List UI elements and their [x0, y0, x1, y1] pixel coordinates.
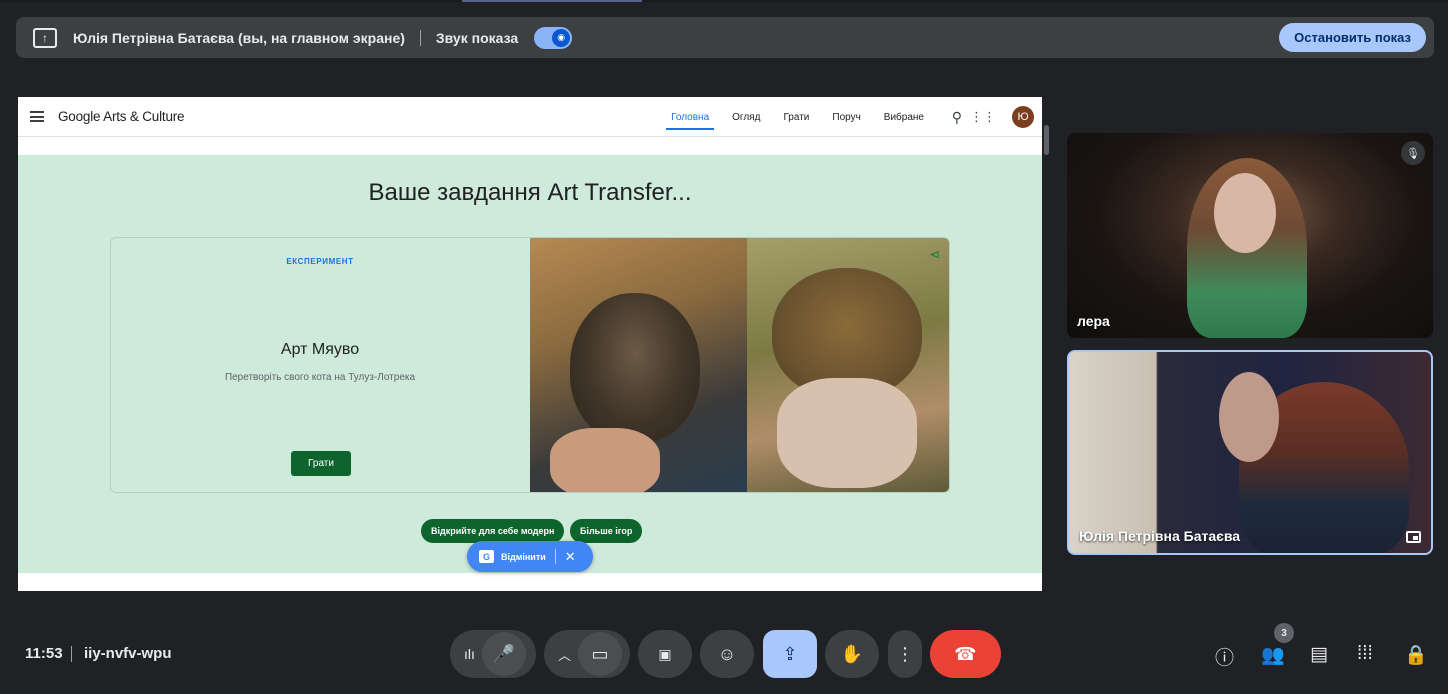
mic-off-icon: 🎙	[1401, 141, 1425, 165]
explore-modern-chip[interactable]: Відкрийте для себе модерн	[421, 519, 565, 543]
speaker-icon: ◉	[552, 28, 571, 47]
host-controls-icon[interactable]: 🔒	[1404, 643, 1428, 667]
card-title: Арт Мяуво	[280, 341, 360, 358]
present-screen-icon: ↑	[33, 27, 57, 48]
translate-icon: G	[479, 550, 494, 563]
participant-name: лера	[1077, 313, 1110, 329]
info-icon[interactable]: ⓘ	[1215, 643, 1234, 670]
call-controls-bar: 11:53 iiy-nvfv-wpu ılı 🎤 ︿ ▭ ▣ ☺ ⇪ ✋ ⋮ ☎…	[0, 608, 1448, 694]
present-button[interactable]: ⇪	[763, 630, 817, 678]
emoji-icon: ☺	[717, 643, 737, 664]
nav-nearby[interactable]: Поруч	[832, 97, 860, 137]
site-logo[interactable]: Google Arts & Culture	[58, 109, 185, 124]
participant-count-badge: 3	[1274, 623, 1294, 643]
participant-face	[1214, 173, 1276, 253]
arts-culture-header: Google Arts & Culture Головна Огляд Грат…	[18, 97, 1042, 137]
more-games-chip[interactable]: Більше ігор	[570, 519, 643, 543]
captions-button[interactable]: ▣	[638, 630, 692, 678]
reactions-button[interactable]: ☺	[700, 630, 754, 678]
site-nav: Головна Огляд Грати Поруч Вибране	[648, 97, 924, 137]
sound-label: Звук показа	[435, 29, 519, 46]
translate-bar: G Відмінити ✕	[467, 541, 593, 572]
nav-play[interactable]: Грати	[783, 97, 809, 137]
close-icon[interactable]: ✕	[565, 549, 576, 565]
play-button[interactable]: Грати	[291, 451, 351, 476]
search-icon[interactable]: ⚲	[952, 109, 962, 126]
more-vert-icon: ⋮	[896, 643, 914, 664]
end-call-icon: ☎	[954, 643, 977, 664]
top-progress-segment	[462, 0, 642, 2]
activities-icon[interactable]: ⁞⁞⁞	[1357, 643, 1373, 665]
meeting-time: 11:53	[25, 645, 63, 662]
nav-explore[interactable]: Огляд	[732, 97, 760, 137]
divider	[419, 29, 421, 46]
kitten-shape	[570, 293, 700, 443]
kitten-photo	[530, 238, 747, 492]
avatar[interactable]: Ю	[1012, 106, 1034, 128]
divider	[71, 646, 72, 662]
more-options-button[interactable]: ⋮	[888, 630, 922, 678]
mic-icon[interactable]: 🎤	[481, 632, 526, 676]
experiment-card: ЕКСПЕРИМЕНТ Арт Мяуво Перетворіть свого …	[110, 237, 950, 493]
captions-icon: ▣	[658, 645, 672, 662]
present-screen-icon: ⇪	[782, 643, 798, 664]
camera-icon[interactable]: ▭	[578, 632, 623, 676]
top-progress-line	[0, 0, 1448, 2]
camera-control[interactable]: ︿ ▭	[544, 630, 630, 678]
participant-tile-self[interactable]: Юлія Петрівна Батаєва	[1067, 350, 1433, 555]
picture-in-picture-icon[interactable]	[1406, 531, 1421, 543]
participant-name: Юлія Петрівна Батаєва	[1079, 528, 1241, 544]
scrollbar[interactable]	[1044, 125, 1049, 155]
hand-shape	[550, 428, 660, 492]
menu-icon[interactable]	[30, 111, 44, 122]
chat-icon[interactable]: ▤	[1310, 643, 1328, 666]
page-content: Ваше завдання Art Transfer... ЕКСПЕРИМЕН…	[18, 155, 1042, 573]
chevron-up-icon[interactable]: ︿	[558, 645, 571, 664]
card-kicker: ЕКСПЕРИМЕНТ	[286, 257, 354, 266]
apps-grid-icon[interactable]: ⋮⋮	[970, 109, 996, 125]
presenting-bar: ↑ Юлія Петрівна Батаєва (вы, на главном …	[16, 17, 1434, 58]
page-heading: Ваше завдання Art Transfer...	[368, 179, 692, 206]
painted-hand-shape	[777, 378, 917, 488]
sound-toggle[interactable]: ◉	[534, 26, 573, 49]
stop-presenting-button[interactable]: Остановить показ	[1279, 23, 1426, 52]
nav-home[interactable]: Головна	[666, 97, 715, 137]
people-icon[interactable]: 👥	[1261, 643, 1285, 667]
divider	[554, 549, 556, 564]
kitten-painting: ⋖	[747, 238, 949, 492]
presenter-label: Юлія Петрівна Батаєва (вы, на главном эк…	[73, 29, 405, 46]
shared-screen: Google Arts & Culture Головна Огляд Грат…	[18, 97, 1042, 591]
raise-hand-button[interactable]: ✋	[825, 630, 879, 678]
hand-icon: ✋	[840, 643, 864, 664]
nav-favorites[interactable]: Вибране	[884, 97, 924, 137]
participant-face	[1219, 372, 1279, 462]
card-subtitle: Перетворіть свого кота на Тулуз-Лотрека	[224, 372, 416, 383]
meeting-code: iiy-nvfv-wpu	[84, 645, 172, 662]
audio-level-icon: ılı	[464, 646, 475, 662]
participant-tile[interactable]: 🎙 лера	[1067, 133, 1433, 338]
translate-undo-button[interactable]: Відмінити	[501, 552, 546, 562]
leave-call-button[interactable]: ☎	[930, 630, 1001, 678]
mic-control[interactable]: ılı 🎤	[450, 630, 536, 678]
share-icon[interactable]: ⋖	[929, 246, 941, 263]
